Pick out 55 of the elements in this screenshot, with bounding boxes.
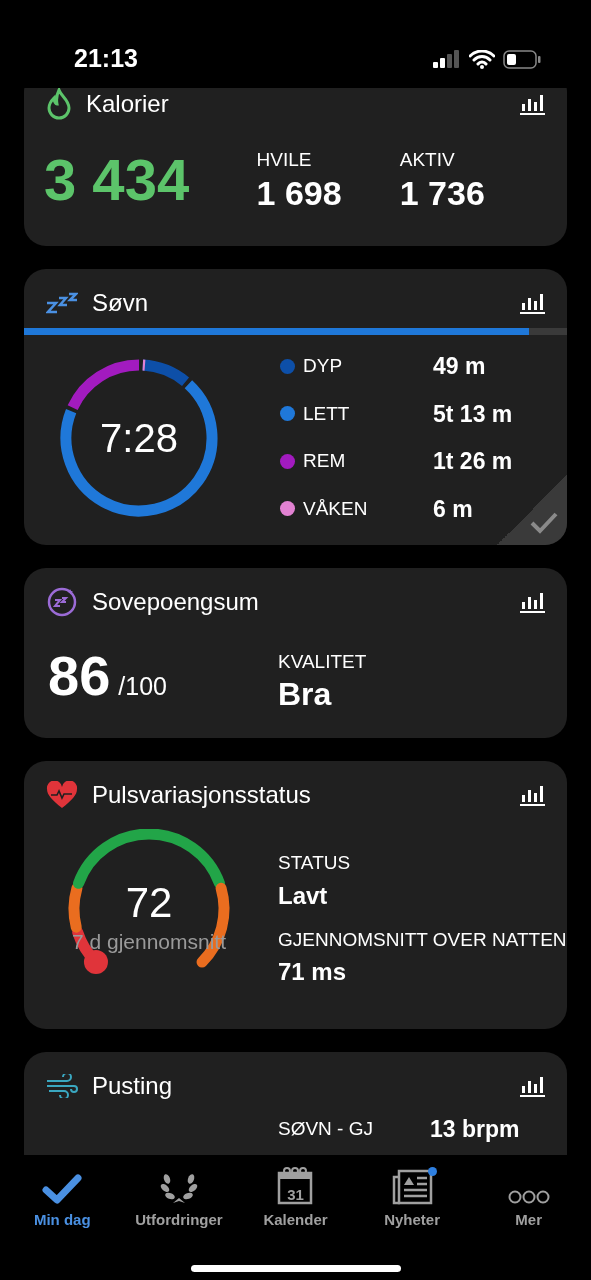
clock-time: 21:13	[74, 43, 138, 75]
stage-label: REM	[303, 449, 347, 473]
stage-duration: 49 m	[433, 352, 486, 381]
tab-button[interactable]: Utfordringer	[120, 1165, 238, 1231]
card-title: Søvn	[92, 288, 149, 318]
stat-label: GJENNOMSNITT OVER NATTEN	[278, 927, 567, 952]
checkmark-icon	[42, 1172, 83, 1205]
stage-duration: 6 m	[433, 494, 473, 524]
chart-icon[interactable]	[519, 591, 545, 613]
flame-icon	[46, 88, 72, 120]
stat-value: 13 brpm	[430, 1115, 520, 1144]
stat-value: 71 ms	[278, 957, 348, 987]
wifi-icon	[469, 49, 495, 69]
stage-duration: 1t 26 m	[433, 447, 513, 476]
chart-icon[interactable]	[519, 292, 545, 314]
check-icon	[529, 511, 559, 535]
stat-label: STATUS	[278, 851, 352, 875]
newspaper-icon	[391, 1168, 434, 1205]
calorie-total: 3 434	[44, 148, 191, 212]
stat-label: SØVN - GJ	[278, 1117, 374, 1141]
stat-value: 1 698	[256, 174, 343, 212]
signal-icon	[433, 50, 461, 68]
sleep-icon	[46, 292, 78, 314]
battery-icon	[503, 49, 541, 69]
chart-icon[interactable]	[519, 93, 545, 115]
tab-button[interactable]: Mer	[470, 1165, 587, 1231]
wind-icon	[46, 1074, 78, 1098]
chart-icon[interactable]	[519, 1075, 545, 1097]
tab-button[interactable]: Nyheter	[353, 1165, 471, 1231]
stage-label: DYP	[303, 354, 344, 378]
stage-label: VÅKEN	[303, 496, 369, 521]
more-icon	[507, 1188, 550, 1205]
hrv-value: 72	[124, 878, 174, 928]
stat-label: AKTIV	[399, 148, 456, 172]
tab-button[interactable]: 31 Kalender	[237, 1165, 354, 1231]
sleep-score: 86	[48, 643, 111, 709]
sleep-duration: 7:28	[100, 414, 178, 462]
score-max: /100	[118, 671, 167, 702]
heart-icon	[46, 781, 78, 809]
stat-value: Bra	[278, 676, 333, 712]
stage-duration: 5t 13 m	[433, 399, 513, 429]
card-title: Kalorier	[86, 89, 170, 119]
chart-icon[interactable]	[519, 784, 545, 806]
card-title: Pusting	[92, 1071, 174, 1101]
stat-value: 1 736	[399, 174, 486, 212]
stat-label: KVALITET	[278, 650, 367, 675]
tab-button[interactable]: Min dag	[4, 1165, 121, 1231]
card-title: Sovepoengsum	[92, 587, 260, 617]
card-title: Pulsvariasjonsstatus	[92, 780, 312, 810]
calendar-day: 31	[277, 1186, 314, 1202]
calendar-icon	[277, 1166, 314, 1205]
sleep-score-icon	[46, 586, 78, 618]
stat-value: Lavt	[278, 880, 329, 911]
stage-label: LETT	[303, 401, 351, 426]
stat-label: HVILE	[256, 148, 313, 172]
